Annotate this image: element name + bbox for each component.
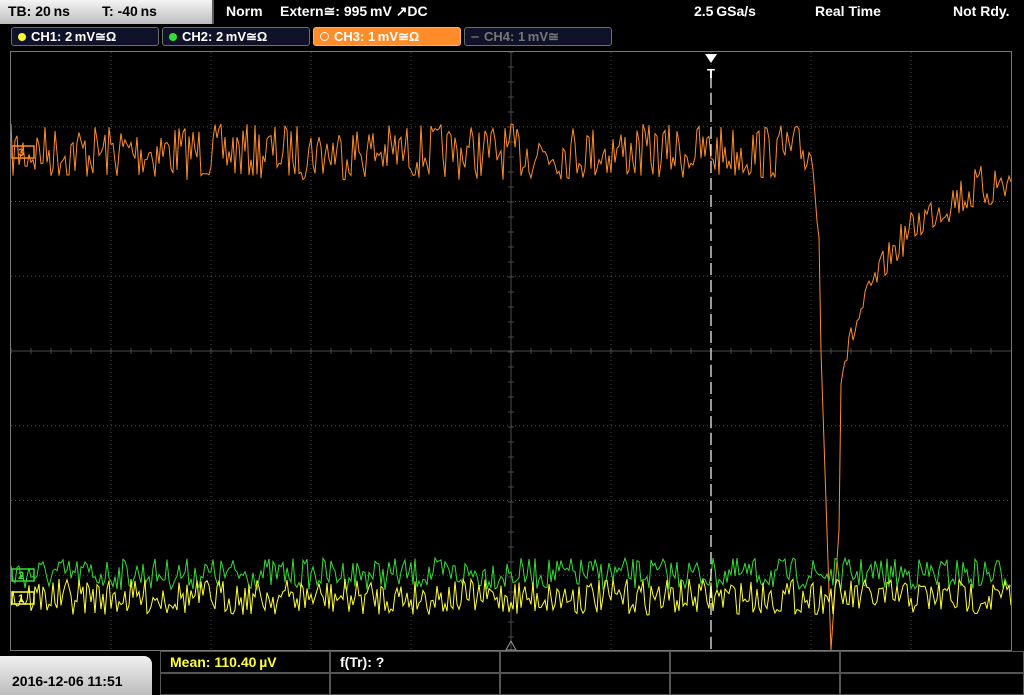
trigger-time-readout: T: -40 ns [102, 3, 157, 19]
svg-text:3: 3 [18, 147, 24, 159]
svg-text:2: 2 [18, 570, 24, 582]
tab-ch2[interactable]: CH2: 2 mV≅Ω [162, 27, 310, 46]
measurement-cell-7[interactable] [330, 673, 500, 695]
measurement-cell-4[interactable] [670, 651, 840, 673]
datetime-readout: 2016-12-06 11:51 [12, 673, 123, 689]
ch1-color-dot-icon [18, 33, 26, 41]
measurement-cell-8[interactable] [500, 673, 670, 695]
measurement-cell-10[interactable] [840, 673, 1024, 695]
mean-measurement: Mean: 110.40 µV [170, 654, 277, 670]
status-bar: TB: 20 ns T: -40 ns Norm Extern≅: 995 mV… [0, 0, 1024, 24]
svg-text:1: 1 [18, 593, 24, 605]
acquisition-status: Not Rdy. [953, 3, 1010, 19]
tab-ch1[interactable]: CH1: 2 mV≅Ω [11, 27, 159, 46]
ch3-level-marker[interactable]: 3 [11, 145, 35, 159]
ch2-label: CH2: 2 mV≅Ω [182, 29, 268, 44]
trigger-marker-icon[interactable]: T [705, 54, 717, 81]
timebase-panel[interactable]: TB: 20 ns T: -40 ns [0, 0, 214, 24]
ch3-color-dot-icon [320, 32, 329, 41]
sample-rate: 2.5 GSa/s [694, 3, 756, 19]
waveform-canvas[interactable]: T 3 2 1 [11, 52, 1011, 650]
trigger-source[interactable]: Extern≅: 995 mV ↗DC [280, 3, 428, 20]
ch4-disabled-dash-icon [471, 36, 479, 38]
function-measurement: f(Tr): ? [340, 654, 385, 670]
measurement-cell-5[interactable] [840, 651, 1024, 673]
measurement-cell-9[interactable] [670, 673, 840, 695]
measurement-cell-3[interactable] [500, 651, 670, 673]
measurement-cell-6[interactable] [160, 673, 330, 695]
acquisition-mode[interactable]: Real Time [815, 3, 881, 19]
channel-tab-bar: CH1: 2 mV≅Ω CH2: 2 mV≅Ω CH3: 1 mV≅Ω CH4:… [0, 24, 1024, 50]
trigger-mode[interactable]: Norm [226, 3, 263, 19]
ch4-label: CH4: 1 mV≅ [484, 29, 559, 44]
tab-ch3[interactable]: CH3: 1 mV≅Ω [313, 27, 461, 46]
measurement-bar: Mean: 110.40 µV f(Tr): ? [0, 651, 1024, 695]
ch1-label: CH1: 2 mV≅Ω [31, 29, 117, 44]
tab-ch4[interactable]: CH4: 1 mV≅ [464, 27, 612, 46]
trigger-label: T [707, 66, 715, 81]
ch2-color-dot-icon [169, 33, 177, 41]
waveform-display[interactable]: T 3 2 1 [10, 51, 1012, 651]
datetime-panel: 2016-12-06 11:51 [0, 656, 152, 695]
timebase-readout: TB: 20 ns [8, 3, 70, 19]
ch3-label: CH3: 1 mV≅Ω [334, 29, 420, 44]
